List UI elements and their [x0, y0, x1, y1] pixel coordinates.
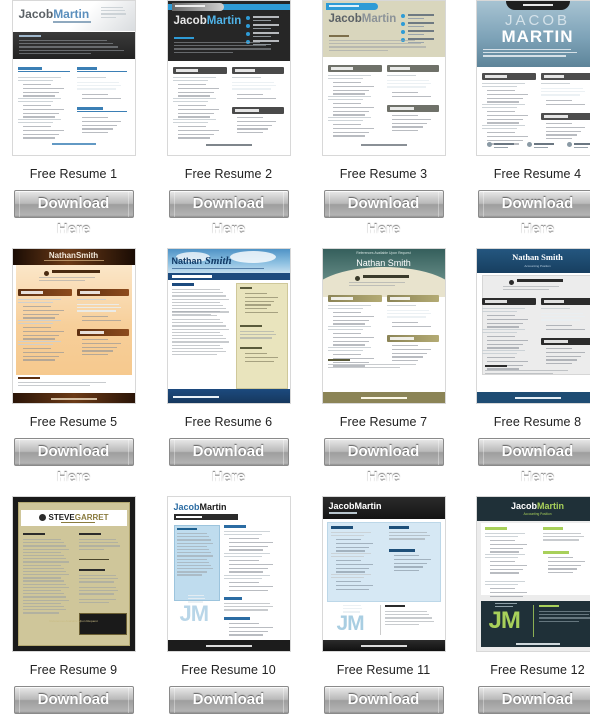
resume-title-11: Free Resume 11	[336, 663, 431, 677]
download-button-5[interactable]: Download Here	[13, 438, 134, 486]
download-button-label-11: Download Here	[328, 687, 439, 713]
download-button-4[interactable]: Download Here	[477, 190, 590, 238]
resume-card-5: NathanSmith Free Resume 5 Download Here	[0, 248, 147, 486]
resume-thumbnail-11[interactable]: JacobMartin JM	[321, 496, 446, 652]
resume-thumbnail-9[interactable]: STEVEGARRET References Available Upon Req…	[11, 496, 136, 652]
download-button-6[interactable]: Download Here	[168, 438, 289, 486]
download-button-1[interactable]: Download Here	[13, 190, 134, 238]
download-button-3[interactable]: Download Here	[323, 190, 444, 238]
resume-card-12: JacobMartin Accounting Position JM Free Res…	[464, 496, 590, 714]
download-button-7[interactable]: Download Here	[323, 438, 444, 486]
download-button-label-10: Download Here	[173, 687, 284, 713]
download-button-label-1: Download Here	[18, 191, 129, 238]
resume-thumbnail-7[interactable]: References Available Upon Request Nathan …	[321, 248, 446, 404]
download-button-label-6: Download Here	[173, 439, 284, 486]
download-button-12[interactable]: Download Here	[477, 686, 590, 714]
resume-card-7: References Available Upon Request Nathan …	[310, 248, 457, 486]
resume-title-8: Free Resume 8	[493, 415, 582, 429]
download-button-label-9: Download Here	[18, 687, 129, 713]
resume-card-1: JacobMartin Free Resume 1 Download Here	[0, 0, 147, 238]
resume-card-11: JacobMartinJM Free Resume 11 Download Here	[310, 496, 457, 714]
resume-thumbnail-12[interactable]: JacobMartin Accounting Position JM	[475, 496, 590, 652]
resume-thumbnail-4[interactable]: JACOB MARTIN	[475, 0, 590, 156]
resume-title-5: Free Resume 5	[29, 415, 118, 429]
download-button-label-8: Download Here	[482, 439, 590, 486]
resume-card-8: Nathan Smith Accounting Position Free Resu…	[464, 248, 590, 486]
resume-template-grid: JacobMartin Free Resume 1 Download Here Jac…	[0, 0, 590, 714]
resume-card-6: Nathan Smith Free Resume 6 Download Here	[155, 248, 302, 486]
resume-card-10: JacobMartinJM Free Resume 10 Download Here	[155, 496, 302, 714]
resume-title-7: Free Resume 7	[339, 415, 428, 429]
resume-thumbnail-5[interactable]: NathanSmith	[11, 248, 136, 404]
resume-card-9: STEVEGARRET References Available Upon Req…	[0, 496, 147, 714]
resume-thumbnail-1[interactable]: JacobMartin	[11, 0, 136, 156]
download-button-11[interactable]: Download Here	[323, 686, 444, 714]
download-button-2[interactable]: Download Here	[168, 190, 289, 238]
resume-title-6: Free Resume 6	[184, 415, 273, 429]
download-button-label-4: Download Here	[482, 191, 590, 238]
resume-thumbnail-10[interactable]: JacobMartin JM	[166, 496, 291, 652]
resume-card-2: JacobMartin Free Resume 2 Download Here	[155, 0, 302, 238]
resume-thumbnail-2[interactable]: JacobMartin	[166, 0, 291, 156]
resume-thumbnail-8[interactable]: Nathan Smith Accounting Position	[475, 248, 590, 404]
download-button-label-7: Download Here	[328, 439, 439, 486]
download-button-10[interactable]: Download Here	[168, 686, 289, 714]
download-button-label-5: Download Here	[18, 439, 129, 486]
resume-thumbnail-3[interactable]: JacobMartin	[321, 0, 446, 156]
download-button-label-3: Download Here	[328, 191, 439, 238]
download-button-9[interactable]: Download Here	[13, 686, 134, 714]
resume-title-12: Free Resume 12	[490, 663, 585, 677]
resume-title-2: Free Resume 2	[184, 167, 273, 181]
download-button-label-12: Download Here	[482, 687, 590, 713]
resume-title-10: Free Resume 10	[181, 663, 276, 677]
download-button-8[interactable]: Download Here	[477, 438, 590, 486]
resume-title-3: Free Resume 3	[339, 167, 428, 181]
download-button-label-2: Download Here	[173, 191, 284, 238]
resume-title-4: Free Resume 4	[493, 167, 582, 181]
resume-title-1: Free Resume 1	[29, 167, 118, 181]
resume-thumbnail-6[interactable]: Nathan Smith	[166, 248, 291, 404]
resume-card-3: JacobMartin Free Resume 3 Download Here	[310, 0, 457, 238]
resume-card-4: JACOB MARTIN Free Resume 4 Download Here	[464, 0, 590, 238]
resume-title-9: Free Resume 9	[29, 663, 118, 677]
